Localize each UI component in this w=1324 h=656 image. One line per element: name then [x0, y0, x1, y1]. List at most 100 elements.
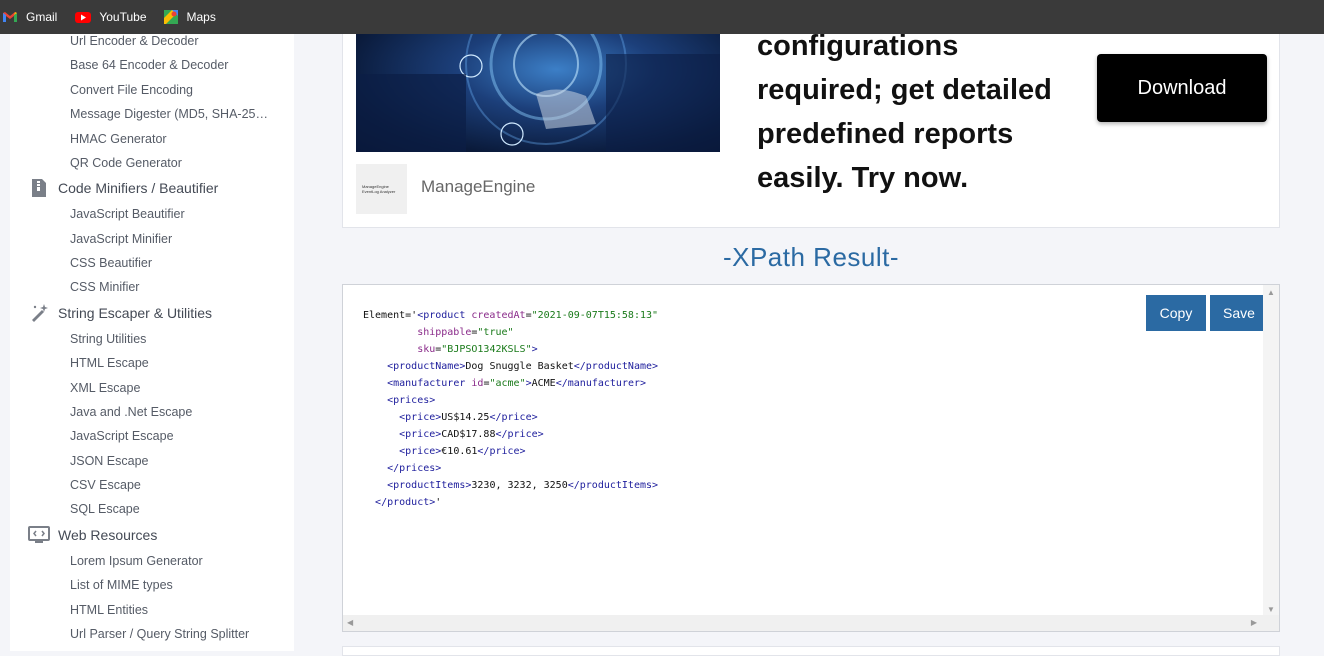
sidebar-item-html-escape[interactable]: HTML Escape — [70, 356, 149, 370]
code-token: <productItems> — [387, 480, 472, 491]
sidebar-item-base64[interactable]: Base 64 Encoder & Decoder — [70, 58, 228, 72]
copy-button[interactable]: Copy — [1146, 295, 1206, 331]
code-token: "2021-09-07T15:58:13" — [531, 310, 659, 321]
sidebar-item-convert-encoding[interactable]: Convert File Encoding — [70, 83, 193, 97]
editor-vertical-scrollbar[interactable]: ▲ ▼ — [1263, 285, 1279, 617]
sidebar-item-url-encoder[interactable]: Url Encoder & Decoder — [70, 34, 199, 48]
code-line: </product>' — [363, 494, 658, 511]
code-token: </prices> — [387, 463, 442, 474]
code-token: Dog Snuggle Basket — [465, 361, 574, 372]
ad-brand-name: ManageEngine — [421, 177, 536, 196]
bookmark-maps[interactable]: Maps — [163, 3, 224, 31]
result-code[interactable]: Element='<product createdAt="2021-09-07T… — [363, 307, 658, 511]
code-line: </prices> — [363, 460, 658, 477]
code-line: <productName>Dog Snuggle Basket</product… — [363, 358, 658, 375]
scroll-right-icon[interactable]: ▶ — [1251, 618, 1257, 627]
code-token: €10.61 — [441, 446, 478, 457]
sidebar-item-lorem-ipsum[interactable]: Lorem Ipsum Generator — [70, 554, 203, 568]
save-button[interactable]: Save — [1210, 295, 1268, 331]
code-line: sku="BJPSO1342KSLS"> — [363, 341, 658, 358]
sidebar-item-json-escape[interactable]: JSON Escape — [70, 454, 149, 468]
code-line: <productItems>3230, 3232, 3250</productI… — [363, 477, 658, 494]
code-token: shippable — [417, 327, 472, 338]
ad-image[interactable] — [356, 34, 720, 152]
code-token: <price> — [399, 446, 442, 457]
sidebar-item-java-escape[interactable]: Java and .Net Escape — [70, 405, 192, 419]
sidebar-item-qr-code[interactable]: QR Code Generator — [70, 156, 182, 170]
code-token: US$14.25 — [441, 412, 490, 423]
code-token: "BJPSO1342KSLS" — [441, 344, 532, 355]
sidebar-item-message-digester[interactable]: Message Digester (MD5, SHA-25… — [70, 107, 268, 121]
sidebar-item-sql-escape[interactable]: SQL Escape — [70, 502, 140, 516]
bookmark-youtube[interactable]: YouTube — [75, 3, 154, 31]
sidebar-item-hmac[interactable]: HMAC Generator — [70, 132, 167, 146]
code-token: </productItems> — [567, 480, 659, 491]
code-line: Element='<product createdAt="2021-09-07T… — [363, 307, 658, 324]
code-token: id — [471, 378, 484, 389]
scroll-left-icon[interactable]: ◀ — [347, 618, 353, 627]
editor-horizontal-scrollbar[interactable]: ◀ ▶ — [343, 615, 1279, 631]
code-token: <product — [417, 310, 472, 321]
code-token: <price> — [399, 429, 442, 440]
sidebar-scrollbar[interactable] — [294, 34, 310, 651]
scroll-down-icon[interactable]: ▼ — [1267, 605, 1275, 614]
code-line: <price>€10.61</price> — [363, 443, 658, 460]
ad-download-button[interactable]: Download — [1097, 54, 1267, 122]
code-token: createdAt — [471, 310, 526, 321]
code-token: sku — [417, 344, 436, 355]
bookmark-label: Maps — [186, 10, 216, 24]
advertisement[interactable]: ManageEngine EventLog Analyzer ManageEng… — [342, 30, 1280, 228]
next-card — [342, 646, 1280, 656]
ad-hero-graphic — [356, 34, 720, 152]
sidebar-category-minifiers[interactable]: Code Minifiers / Beautifier — [28, 177, 218, 199]
code-token: <productName> — [387, 361, 466, 372]
sidebar-item-xml-escape[interactable]: XML Escape — [70, 381, 140, 395]
sidebar-category-web-resources[interactable]: Web Resources — [28, 524, 157, 546]
sidebar: Url Encoder & Decoder Base 64 Encoder & … — [10, 34, 294, 651]
sidebar-item-mime-types[interactable]: List of MIME types — [70, 578, 173, 592]
code-token: </price> — [495, 429, 544, 440]
bookmark-label: Gmail — [26, 10, 58, 24]
result-title: -XPath Result- — [722, 242, 900, 272]
code-token: <prices> — [387, 395, 436, 406]
sidebar-item-css-beautifier[interactable]: CSS Beautifier — [70, 256, 152, 270]
code-monitor-icon — [28, 524, 50, 546]
category-label: Code Minifiers / Beautifier — [58, 180, 219, 196]
bookmarks-bar: Gmail YouTube Maps — [0, 0, 1324, 34]
sidebar-category-escaper[interactable]: String Escaper & Utilities — [28, 302, 212, 324]
category-label: String Escaper & Utilities — [58, 305, 213, 321]
sidebar-item-js-escape[interactable]: JavaScript Escape — [70, 429, 174, 443]
bookmark-gmail[interactable]: Gmail — [2, 3, 65, 31]
sidebar-item-csv-escape[interactable]: CSV Escape — [70, 478, 141, 492]
sidebar-item-string-utilities[interactable]: String Utilities — [70, 332, 146, 346]
code-token: </product> — [375, 497, 436, 508]
ad-headline: configurations required; get detailed pr… — [757, 30, 1052, 194]
code-line: shippable="true" — [363, 324, 658, 341]
result-editor[interactable]: Element='<product createdAt="2021-09-07T… — [342, 284, 1280, 632]
sidebar-item-js-minifier[interactable]: JavaScript Minifier — [70, 232, 172, 246]
code-line: <price>CAD$17.88</price> — [363, 426, 658, 443]
code-token: CAD$17.88 — [441, 429, 496, 440]
zip-file-icon — [28, 177, 50, 199]
scroll-up-icon[interactable]: ▲ — [1267, 288, 1275, 297]
sidebar-item-js-beautifier[interactable]: JavaScript Beautifier — [70, 207, 185, 221]
code-line: <prices> — [363, 392, 658, 409]
code-token: 3230, 3232, 3250 — [471, 480, 568, 491]
sidebar-item-css-minifier[interactable]: CSS Minifier — [70, 280, 139, 294]
sidebar-item-url-parser[interactable]: Url Parser / Query String Splitter — [70, 627, 249, 641]
code-token: </price> — [477, 446, 526, 457]
code-token: </price> — [489, 412, 538, 423]
sidebar-item-html-entities[interactable]: HTML Entities — [70, 603, 148, 617]
code-token: "true" — [477, 327, 514, 338]
magic-wand-icon — [28, 302, 50, 324]
